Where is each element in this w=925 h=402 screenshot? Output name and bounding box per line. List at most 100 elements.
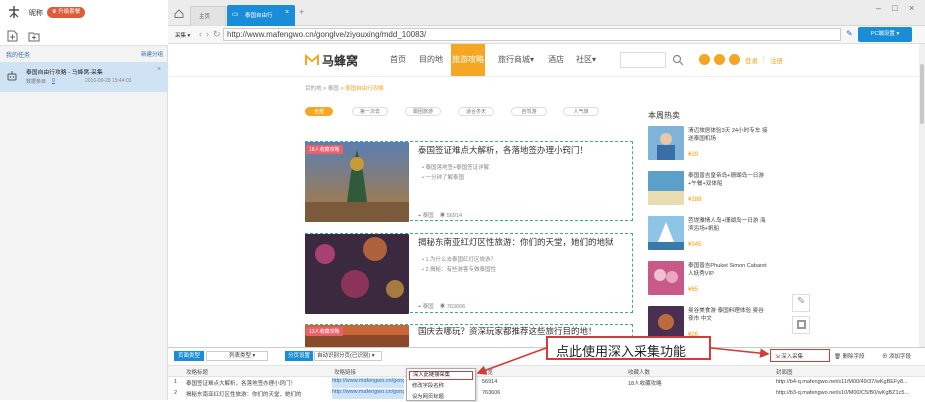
pc-setting-label: PC端设置 — [870, 31, 895, 37]
table-row[interactable]: 1 泰国签证难点大解析，各落地签办理小窍门！ http://www.mafeng… — [168, 378, 925, 388]
forward-icon[interactable]: › — [206, 29, 209, 39]
column-header[interactable]: 浏览 — [482, 368, 493, 376]
task-item[interactable]: 泰国自由行攻略 - 马蜂窝-采集 数据条目 0 2016-09-28 15:44… — [0, 62, 168, 92]
menu-item-set-title[interactable]: 设为网页标题 — [409, 393, 473, 402]
nav-home[interactable]: 首页 — [390, 44, 406, 76]
hot-item-image[interactable] — [648, 126, 684, 160]
hot-item-text[interactable]: 芭堤雅情人岛+珊瑚岛一日游 海滨浴场+帆船 — [688, 217, 768, 233]
qrcode-button[interactable] — [792, 316, 810, 334]
nav-guides[interactable]: 旅游攻略 — [451, 44, 485, 76]
article-badge: 13人收藏攻略 — [306, 327, 343, 336]
close-task-icon[interactable]: × — [157, 66, 161, 73]
register-link[interactable]: 注册 — [770, 55, 783, 65]
cell-views[interactable]: 56914 — [482, 379, 497, 385]
filter-chip[interactable]: 自驾游 — [511, 107, 547, 116]
filter-chip[interactable]: 跟团旅游 — [405, 107, 441, 116]
delete-field-button[interactable]: 🗑 删除字段 — [834, 352, 865, 360]
article-bullet-text: 一分钟了解泰国 — [425, 175, 464, 181]
tab-home[interactable]: 主页 — [190, 6, 226, 26]
collect-mode-select[interactable]: 采集 ▾ — [175, 31, 190, 39]
article-bullet: • 泰国落地签+泰国签证详解 — [422, 165, 490, 171]
close-tab-icon[interactable]: × — [285, 9, 289, 16]
cell-title[interactable]: 揭秘东南亚红灯区性旅游：你们的天堂，她们的 — [186, 390, 326, 398]
back-icon[interactable]: ‹ — [199, 29, 202, 39]
search-icon[interactable] — [672, 54, 684, 66]
hot-item-image[interactable] — [648, 171, 684, 205]
breadcrumb: 目的地 > 泰国 > 泰国自由行攻略 — [305, 86, 384, 92]
wechat-icon[interactable] — [729, 54, 740, 65]
article-thumbnail[interactable] — [305, 142, 409, 222]
new-tab-button[interactable]: + — [299, 7, 304, 17]
list-type-select[interactable]: 列表类型 ▾ — [206, 351, 268, 361]
hot-item-text[interactable]: 泰国普吉Phuket Simon Cabaret人妖秀VIP — [688, 262, 768, 278]
column-header[interactable]: 封面图 — [776, 368, 793, 376]
scrollbar-thumb[interactable] — [920, 64, 924, 124]
cell-image[interactable]: http://b3-q.mafengwo.net/s10/M00/C5/B0/w… — [776, 390, 924, 396]
table-row[interactable]: 2 揭秘东南亚红灯区性旅游：你们的天堂，她们的 http://www.mafen… — [168, 389, 925, 399]
breadcrumb-item[interactable]: 泰国 — [328, 86, 339, 92]
page-type-button[interactable]: 页面类型 — [174, 351, 204, 361]
filter-chip[interactable]: 第一次去 — [352, 107, 388, 116]
refresh-icon[interactable]: ↻ — [213, 29, 221, 40]
new-task-icon[interactable] — [7, 30, 18, 42]
article-title[interactable]: 揭秘东南亚红灯区性旅游：你们的天堂，她们的地狱 — [418, 236, 614, 248]
url-input[interactable]: http://www.mafengwo.cn/gonglve/ziyouxing… — [223, 28, 841, 41]
feedback-button[interactable]: ✎ — [792, 294, 810, 312]
column-header[interactable]: 攻略标题 — [186, 368, 208, 376]
window-close-icon[interactable]: × — [909, 3, 914, 13]
article-title[interactable]: 泰国签证难点大解析，各落地签办理小窍门！ — [418, 144, 588, 156]
breadcrumb-item[interactable]: 目的地 — [305, 86, 322, 92]
address-bar: 采集 ▾ ‹ › ↻ http://www.mafengwo.cn/gonglv… — [168, 26, 925, 44]
deep-collect-button[interactable]: ⇲ 深入采集 — [775, 352, 803, 360]
pc-setting-button[interactable]: PC端设置 ▾ — [858, 27, 912, 42]
hot-item-text[interactable]: 清迈旅居体验3天 24小时专车 接送泰国机场 — [688, 127, 768, 143]
menu-item-rename[interactable]: 修改字段名称 — [409, 382, 473, 391]
hot-item-text[interactable]: 曼谷美食游 泰国料理体验 曼谷夜市 中文 — [688, 307, 768, 323]
column-header[interactable]: 攻略链接 — [334, 368, 356, 376]
hot-item-image[interactable] — [648, 216, 684, 250]
nav-destination[interactable]: 目的地 — [419, 44, 443, 76]
menu-item-deep-collect[interactable]: 深入此链接采集 — [409, 371, 473, 380]
cell-link[interactable]: http://www.mafengwo.cn/gonglve/ziyouxing… — [332, 378, 404, 388]
hot-item-image[interactable] — [648, 261, 684, 295]
cell-fav[interactable]: 18人收藏攻略 — [628, 379, 662, 387]
login-link[interactable]: 登录 — [745, 55, 758, 65]
article-thumbnail[interactable] — [305, 234, 409, 314]
nav-community[interactable]: 社区▾ — [576, 44, 596, 76]
column-header[interactable]: 收藏人数 — [628, 368, 650, 376]
my-tasks-label: 我的任务 — [6, 53, 31, 59]
cell-image[interactable]: http://b4-q.mafengwo.net/s11/M00/49/37/w… — [776, 379, 924, 385]
edit-icon[interactable]: ✎ — [846, 29, 853, 38]
qq-icon[interactable] — [714, 54, 725, 65]
task-count[interactable]: 0 — [52, 78, 55, 84]
new-folder-icon[interactable] — [28, 30, 40, 42]
article-place: 泰国 — [422, 213, 434, 219]
nav-hotel[interactable]: 酒店 — [548, 44, 564, 76]
article-bullet-text: 2.揭秘：有些游客专做泰国性 — [425, 267, 497, 273]
page-scrollbar[interactable] — [919, 44, 925, 347]
add-field-button[interactable]: ⊕ 添加字段 — [882, 352, 911, 360]
home-icon[interactable] — [174, 9, 184, 18]
filter-chip[interactable]: 人气旅 — [563, 107, 599, 116]
cell-title[interactable]: 泰国签证难点大解析，各落地签办理小窍门！ — [186, 379, 326, 387]
upgrade-button[interactable]: ♛ 升级套餐 — [47, 7, 85, 18]
filter-chip[interactable]: 适合冬天 — [458, 107, 494, 116]
separator: | — [763, 55, 765, 62]
hot-item-image[interactable] — [648, 306, 684, 340]
site-search-input[interactable] — [620, 52, 666, 68]
nav-mall[interactable]: 旅行商城▾ — [498, 44, 534, 76]
username[interactable]: 昵称 — [29, 8, 43, 18]
pagination-select[interactable]: 自动识别分页(已识别) ▾ — [314, 351, 382, 361]
create-group-link[interactable]: 新建分组 — [141, 50, 163, 58]
maximize-icon[interactable]: □ — [892, 3, 897, 13]
cell-link[interactable]: http://www.mafengwo.cn/gonglve/ziyouxing… — [332, 389, 404, 399]
task-time: 2016-09-28 15:44:03 — [85, 78, 132, 84]
filter-chip-active[interactable]: 全部 — [305, 107, 333, 116]
weibo-icon[interactable] — [699, 54, 710, 65]
minimize-icon[interactable]: – — [876, 3, 881, 13]
cell-views[interactable]: 763606 — [482, 390, 500, 396]
pagination-button[interactable]: 分页设置 — [285, 351, 313, 361]
tab-active[interactable]: ▭ 泰国自由行 × — [227, 5, 295, 26]
site-logo[interactable]: 马蜂窝 — [322, 52, 358, 69]
hot-item-text[interactable]: 泰国普吉皇帝岛+珊瑚岛一日游+午餐+双体船 — [688, 172, 768, 188]
